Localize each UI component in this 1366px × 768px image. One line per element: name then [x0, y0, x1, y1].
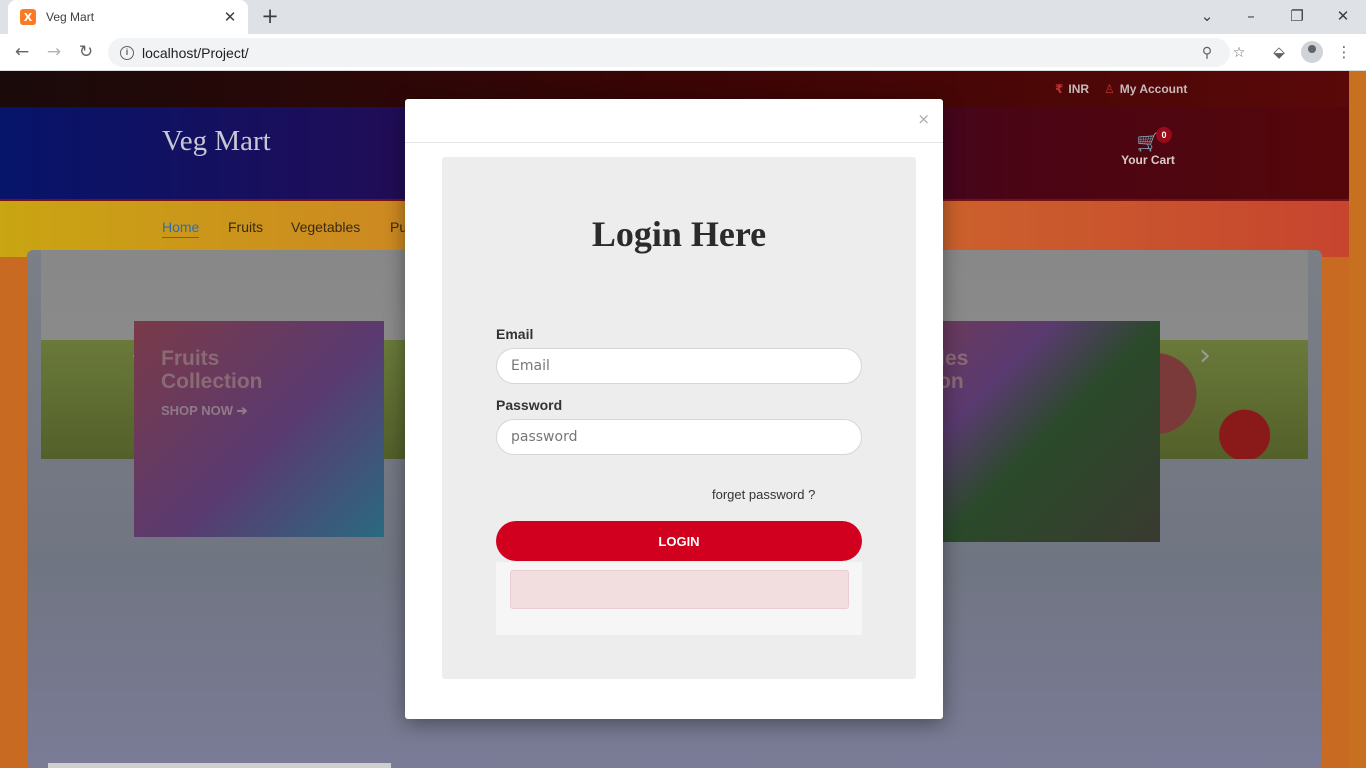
- horizontal-scrollbar-thumb[interactable]: [48, 763, 391, 768]
- rupee-icon: ₹: [1055, 82, 1064, 96]
- currency-label: INR: [1068, 82, 1090, 96]
- bookmark-star-icon[interactable]: ☆: [1230, 44, 1248, 62]
- tab-search-icon[interactable]: ⌄: [1197, 6, 1217, 26]
- maximize-icon[interactable]: ❐: [1287, 6, 1307, 26]
- tab-close-icon[interactable]: ✕: [222, 9, 238, 25]
- login-button[interactable]: LOGIN: [496, 521, 862, 561]
- browser-toolbar: ← → ↻ i localhost/Project/ ⚲ ☆: [0, 34, 1366, 71]
- site-logo[interactable]: Veg Mart: [162, 125, 271, 158]
- minimize-icon[interactable]: –: [1241, 6, 1261, 26]
- login-modal: × Login Here Email Password forget passw…: [405, 99, 943, 719]
- fruits-shop-now-link[interactable]: SHOP NOW ➔: [161, 403, 248, 419]
- new-tab-button[interactable]: +: [258, 6, 282, 28]
- nav-home[interactable]: Home: [162, 219, 200, 238]
- modal-close-icon[interactable]: ×: [917, 110, 930, 128]
- login-panel: Login Here Email Password forget passwor…: [442, 157, 916, 679]
- cart-count-badge: 0: [1156, 127, 1172, 143]
- account-label: My Account: [1119, 82, 1188, 96]
- tab-title: Veg Mart: [46, 10, 95, 24]
- cart-button[interactable]: 🛒 0 Your Cart: [1120, 127, 1176, 167]
- nav-fruits[interactable]: Fruits: [228, 219, 263, 235]
- page-scrollbar[interactable]: [1349, 71, 1366, 768]
- modal-header: ×: [405, 99, 943, 143]
- my-account-link[interactable]: ♙ My Account: [1104, 82, 1187, 96]
- message-area: [496, 562, 862, 635]
- address-bar[interactable]: i localhost/Project/ ⚲ ☆: [108, 38, 1245, 67]
- profile-avatar-icon[interactable]: [1301, 41, 1323, 63]
- zoom-icon[interactable]: ⚲: [1198, 44, 1216, 62]
- reload-icon[interactable]: ↻: [75, 41, 97, 63]
- email-label: Email: [496, 326, 534, 342]
- email-input[interactable]: [496, 348, 862, 384]
- nav-vegetables[interactable]: Vegetables: [291, 219, 360, 235]
- fruits-card-title: Fruits Collection: [161, 347, 263, 393]
- url-text: localhost/Project/: [142, 44, 249, 61]
- fruits-collection-card[interactable]: Fruits Collection SHOP NOW ➔: [134, 321, 384, 537]
- extensions-icon[interactable]: ⬙: [1269, 41, 1289, 63]
- forget-password-link[interactable]: forget password ?: [712, 487, 815, 502]
- back-icon[interactable]: ←: [11, 41, 33, 63]
- user-icon: ♙: [1104, 82, 1115, 96]
- error-alert: [510, 570, 849, 609]
- arrow-circle-icon: ➔: [236, 403, 248, 418]
- carousel-next-icon[interactable]: ›: [1199, 338, 1211, 373]
- site-info-icon[interactable]: i: [120, 45, 134, 60]
- password-label: Password: [496, 397, 563, 413]
- login-title: Login Here: [591, 214, 767, 254]
- password-input[interactable]: [496, 419, 862, 455]
- close-window-icon[interactable]: ✕: [1333, 6, 1353, 26]
- browser-menu-icon[interactable]: ⋮: [1334, 41, 1354, 63]
- xampp-favicon-icon: X: [20, 9, 36, 25]
- forward-icon[interactable]: →: [43, 41, 65, 63]
- browser-tab[interactable]: X Veg Mart ✕: [8, 0, 248, 34]
- browser-tabbar: X Veg Mart ✕ + ⌄ – ❐ ✕: [0, 0, 1366, 34]
- cart-label: Your Cart: [1121, 153, 1175, 167]
- currency-selector[interactable]: ₹ INR: [1055, 82, 1089, 96]
